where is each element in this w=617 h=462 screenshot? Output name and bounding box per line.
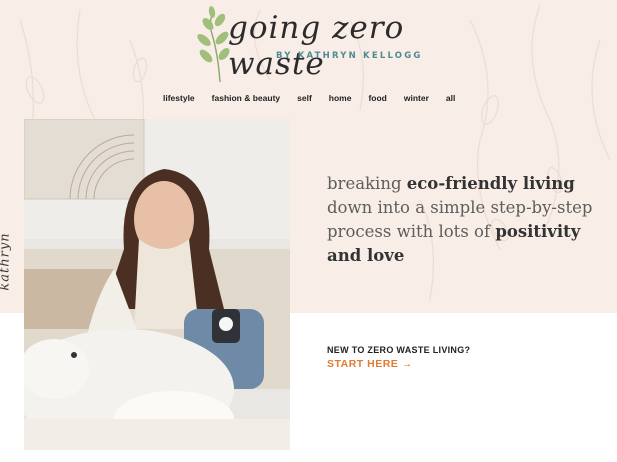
start-here-link[interactable]: START HERE → [327,358,413,370]
site-logo[interactable]: going zero waste BY KATHRYN KELLOGG [190,4,460,86]
arrow-right-icon: → [401,358,413,370]
signature-script: kathryn [0,232,13,291]
nav-item-winter[interactable]: winter [404,92,429,106]
start-here-label: START HERE [327,358,399,370]
logo-title: going zero waste [228,10,405,82]
hero-photo [24,119,290,450]
hero-tagline: breaking eco-friendly living down into a… [327,174,593,265]
nav-item-self[interactable]: self [297,92,312,106]
nav-item-lifestyle[interactable]: lifestyle [163,92,195,106]
cta-question: NEW TO ZERO WASTE LIVING? [327,345,471,355]
nav-item-fashion-beauty[interactable]: fashion & beauty [212,92,280,106]
logo-byline: BY KATHRYN KELLOGG [276,51,423,61]
main-nav: lifestyle fashion & beauty self home foo… [163,92,455,106]
nav-item-all[interactable]: all [446,92,455,106]
nav-item-home[interactable]: home [329,92,352,106]
nav-item-food[interactable]: food [368,92,386,106]
